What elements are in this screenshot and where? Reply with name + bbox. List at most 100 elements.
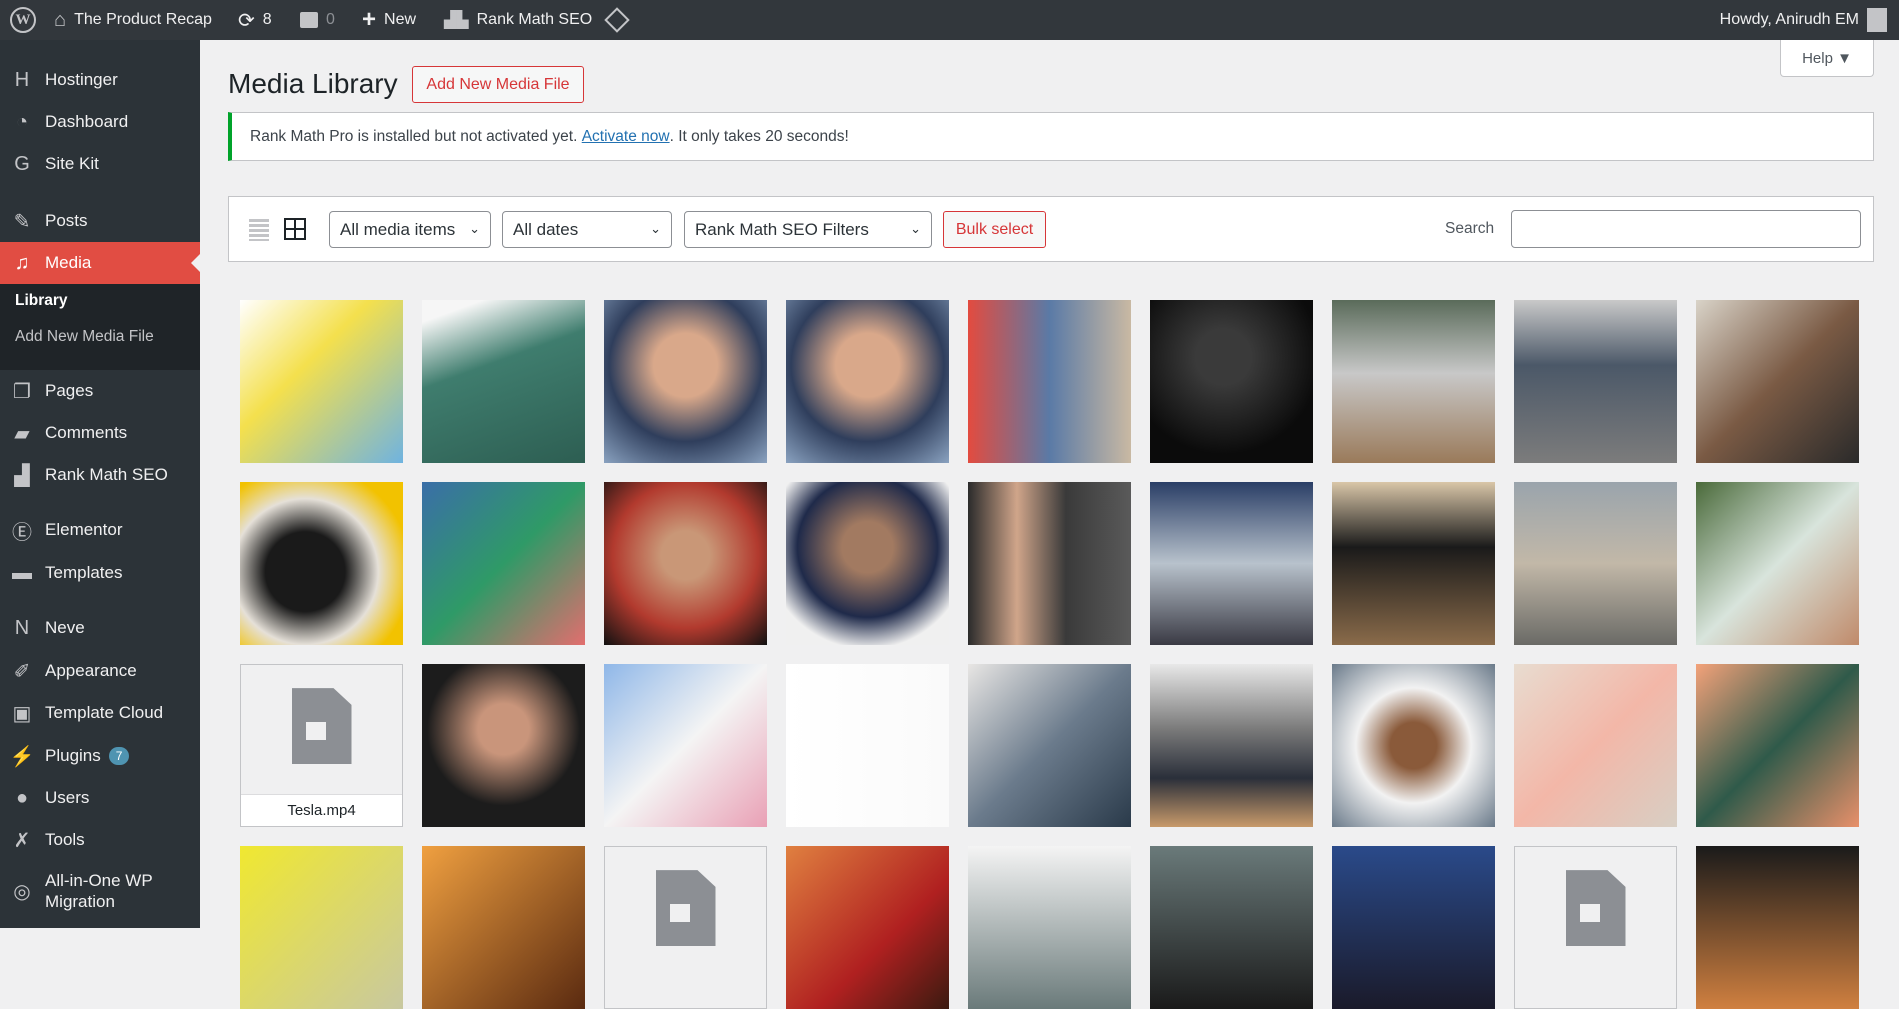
new-content-link[interactable]: + New xyxy=(362,0,416,40)
sidebar-item-appearance[interactable]: ✐ Appearance xyxy=(0,650,200,692)
user-icon: ● xyxy=(15,786,29,809)
media-submenu: Library Add New Media File xyxy=(0,282,200,370)
media-toolbar: All media items ⌄ All dates ⌄ Rank Math SE… xyxy=(228,196,1874,262)
media-item-thumbnail[interactable] xyxy=(786,482,949,645)
sidebar-item-posts[interactable]: ✎ Posts xyxy=(0,200,200,242)
activate-now-link[interactable]: Activate now xyxy=(582,128,670,146)
plugin-icon: ⚡ xyxy=(9,745,35,768)
wordpress-logo-icon[interactable]: W xyxy=(10,0,36,40)
sidebar-item-tools[interactable]: ✗ Tools xyxy=(0,819,200,861)
migration-icon: ◎ xyxy=(13,880,31,903)
sidebar-item-rank-math-seo[interactable]: ▟ Rank Math SEO xyxy=(0,454,200,496)
date-filter[interactable]: All dates ⌄ xyxy=(502,211,672,248)
pin-icon: ✎ xyxy=(13,210,31,233)
sidebar-item-media[interactable]: ♫ Media xyxy=(0,242,200,284)
sidebar-item-dashboard[interactable]: ◔ Dashboard xyxy=(0,101,200,143)
media-item-thumbnail[interactable] xyxy=(968,482,1131,645)
media-item-thumbnail[interactable] xyxy=(604,664,767,827)
media-item-filename: Tesla.mp4 xyxy=(241,794,402,826)
grid-view-icon[interactable] xyxy=(284,218,306,240)
sidebar-item-templates[interactable]: ▬ Templates xyxy=(0,552,200,594)
comment-icon: ▰ xyxy=(14,422,30,445)
media-item-video[interactable]: Tesla.mp4 xyxy=(240,664,403,827)
template-cloud-icon: ▣ xyxy=(12,702,32,725)
plus-icon: + xyxy=(362,6,377,33)
video-file-icon xyxy=(655,870,716,947)
sidebar-item-users[interactable]: ● Users xyxy=(0,777,200,819)
dashboard-icon: ◔ xyxy=(15,110,29,133)
search-input[interactable] xyxy=(1511,210,1861,248)
media-icon: ♫ xyxy=(14,251,30,274)
chevron-down-icon: ⌄ xyxy=(910,221,921,236)
media-item-thumbnail[interactable] xyxy=(422,482,585,645)
sidebar-item-plugins[interactable]: ⚡ Plugins 7 xyxy=(0,735,200,777)
media-item-thumbnail[interactable] xyxy=(604,482,767,645)
sidebar-item-all-in-one-wp[interactable]: ◎ All-in-One WP Migration xyxy=(0,870,200,912)
media-item-thumbnail[interactable] xyxy=(1150,300,1313,463)
avatar xyxy=(1867,8,1887,32)
chevron-down-icon: ⌄ xyxy=(469,221,480,236)
elementor-icon: Ⓔ xyxy=(12,521,32,544)
sitekit-icon: G xyxy=(14,152,30,175)
media-item-thumbnail[interactable] xyxy=(240,482,403,645)
wrench-icon: ✗ xyxy=(13,829,31,852)
media-item-thumbnail[interactable] xyxy=(604,300,767,463)
comment-icon xyxy=(300,12,318,28)
submenu-add-new-media[interactable]: Add New Media File xyxy=(15,328,154,346)
media-item-thumbnail[interactable] xyxy=(1150,482,1313,645)
account-menu[interactable]: Howdy, Anirudh EM xyxy=(1720,0,1887,40)
page-title: Media Library xyxy=(228,68,398,99)
site-name-link[interactable]: ⌂ The Product Recap xyxy=(54,0,212,40)
updates-icon: ⟳ xyxy=(238,9,255,32)
media-item-thumbnail[interactable] xyxy=(1514,300,1677,463)
sidebar-item-template-cloud[interactable]: ▣ Template Cloud xyxy=(0,692,200,734)
media-item-thumbnail[interactable] xyxy=(1696,482,1859,645)
updates-link[interactable]: ⟳ 8 xyxy=(238,0,272,40)
media-item-thumbnail[interactable] xyxy=(1332,300,1495,463)
list-view-icon[interactable] xyxy=(249,219,269,241)
sidebar-item-hostinger[interactable]: H Hostinger xyxy=(0,59,200,101)
diamond-plugin-icon[interactable] xyxy=(604,0,630,40)
video-file-icon xyxy=(291,688,352,765)
seo-filter[interactable]: Rank Math SEO Filters ⌄ xyxy=(684,211,932,248)
media-item-thumbnail[interactable] xyxy=(240,300,403,463)
add-new-media-button[interactable]: Add New Media File xyxy=(412,66,584,103)
brush-icon: ✐ xyxy=(13,660,31,683)
media-item-thumbnail[interactable] xyxy=(786,664,949,827)
media-item-thumbnail[interactable] xyxy=(422,664,585,827)
media-item-thumbnail[interactable] xyxy=(1150,664,1313,827)
media-item-thumbnail[interactable] xyxy=(1332,482,1495,645)
neve-icon: N xyxy=(14,616,30,639)
media-item-thumbnail[interactable] xyxy=(1696,664,1859,827)
sidebar-item-comments[interactable]: ▰ Comments xyxy=(0,412,200,454)
comments-link[interactable]: 0 xyxy=(300,0,335,40)
media-item-thumbnail[interactable] xyxy=(1514,664,1677,827)
video-file-icon xyxy=(1565,870,1626,947)
folder-icon: ▬ xyxy=(12,561,32,584)
media-type-filter[interactable]: All media items ⌄ xyxy=(329,211,491,248)
rankmath-notice: Rank Math Pro is installed but not activ… xyxy=(228,112,1874,161)
media-item-thumbnail[interactable] xyxy=(968,300,1131,463)
bulk-select-button[interactable]: Bulk select xyxy=(943,211,1046,248)
media-item-thumbnail[interactable] xyxy=(1696,300,1859,463)
sidebar-item-site-kit[interactable]: G Site Kit xyxy=(0,143,200,185)
rankmath-icon: ▟ xyxy=(14,464,30,487)
rankmath-link[interactable]: ▟▙ Rank Math SEO xyxy=(444,0,592,40)
pages-icon: ❐ xyxy=(13,380,31,403)
sidebar-item-pages[interactable]: ❐ Pages xyxy=(0,370,200,412)
media-item-thumbnail[interactable] xyxy=(786,300,949,463)
media-item-thumbnail[interactable] xyxy=(1332,664,1495,827)
chevron-down-icon: ⌄ xyxy=(650,221,661,236)
admin-bar: W ⌂ The Product Recap ⟳ 8 0 + New ▟▙ Rank Ma… xyxy=(0,0,1899,40)
media-item-thumbnail[interactable] xyxy=(422,300,585,463)
submenu-library[interactable]: Library xyxy=(15,292,68,310)
media-item-thumbnail[interactable] xyxy=(968,664,1131,827)
hostinger-icon: H xyxy=(14,68,30,91)
sidebar-item-neve[interactable]: N Neve xyxy=(0,607,200,649)
home-icon: ⌂ xyxy=(54,8,67,31)
media-item-thumbnail[interactable] xyxy=(1514,482,1677,645)
help-button[interactable]: Help ▼ xyxy=(1780,40,1874,77)
search-label: Search xyxy=(1445,220,1495,237)
plugins-update-badge: 7 xyxy=(108,747,130,765)
sidebar-item-elementor[interactable]: Ⓔ Elementor xyxy=(0,509,200,551)
